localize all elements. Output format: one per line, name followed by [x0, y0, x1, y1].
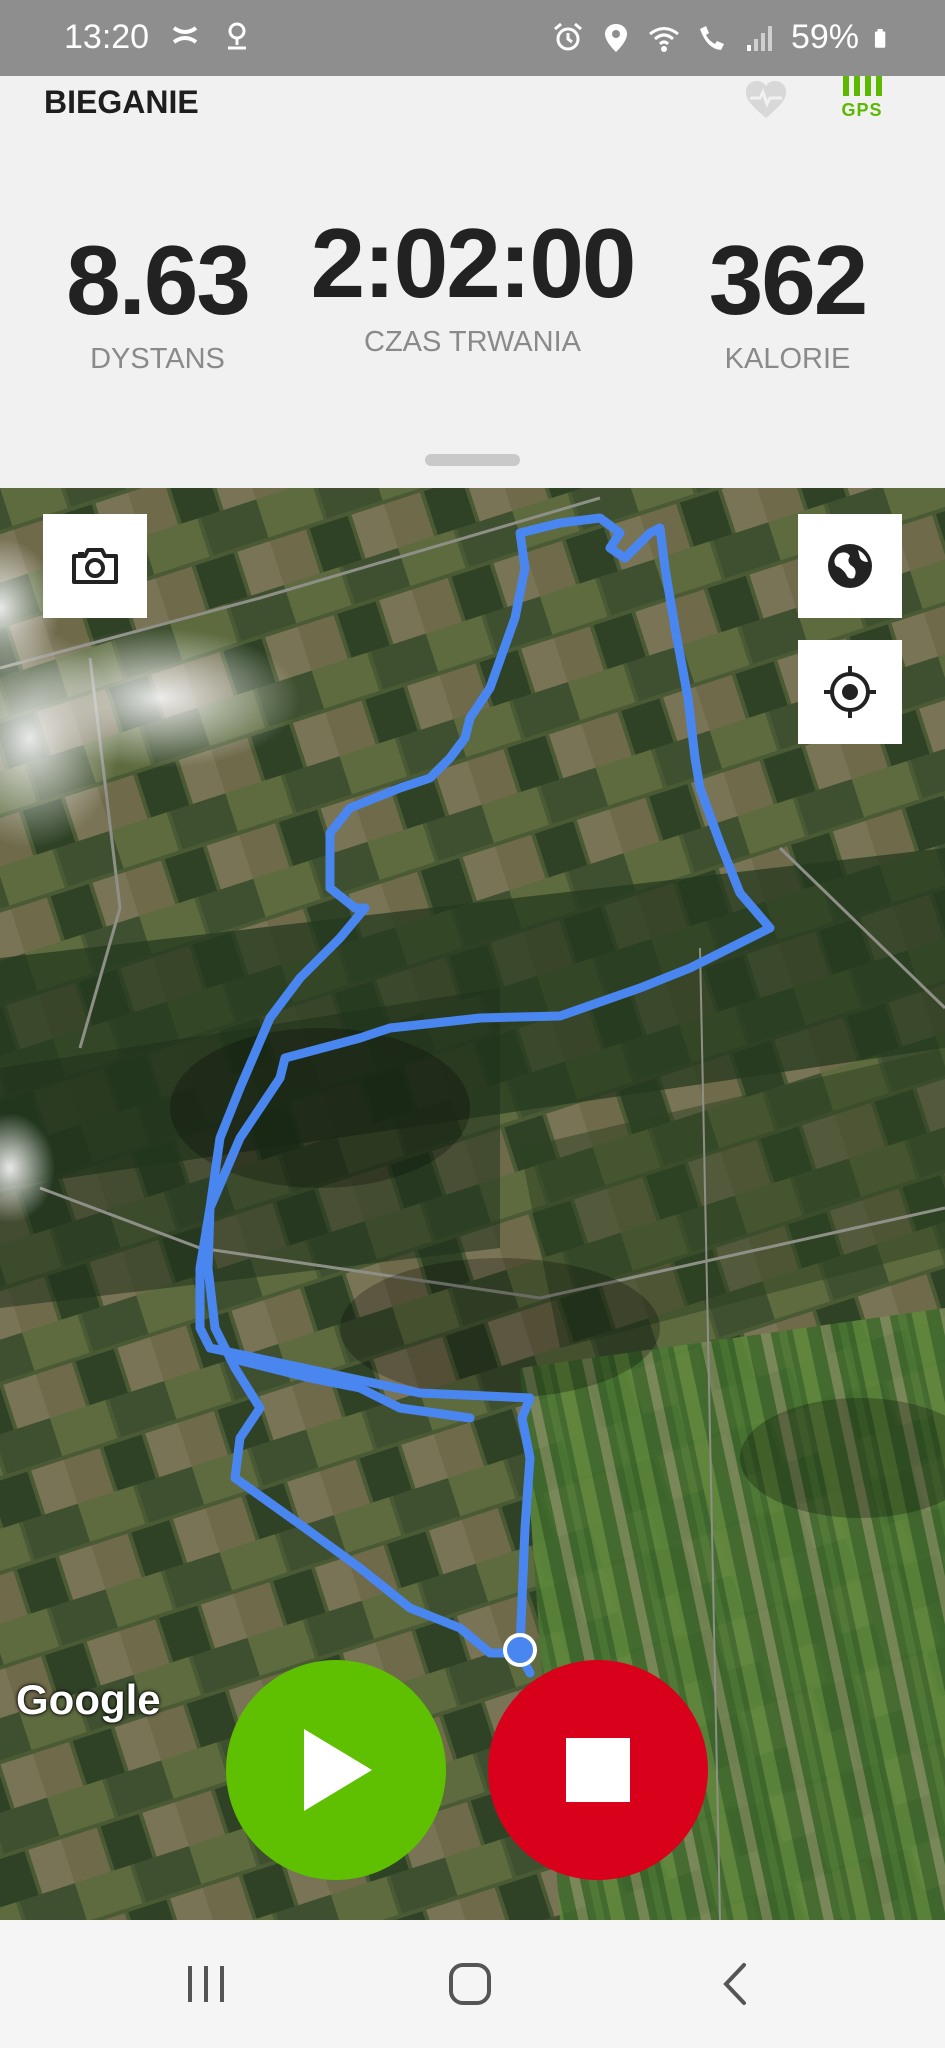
under-armour-icon [172, 26, 198, 44]
battery-icon [874, 28, 886, 48]
calories-label: KALORIE [724, 343, 851, 375]
duration-label: CZAS TRWANIA [364, 326, 581, 358]
location-icon [604, 23, 627, 52]
distance-stat[interactable]: 8.63 DYSTANS [50, 231, 265, 376]
duration-stat[interactable]: 2:02:00 CZAS TRWANIA [300, 214, 645, 359]
signal-icon [746, 25, 772, 51]
home-button[interactable] [440, 1958, 500, 2010]
google-attribution[interactable]: Google [16, 1676, 161, 1724]
gps-label: GPS [841, 100, 883, 120]
location-pin-outline-icon [228, 22, 246, 50]
calories-value: 362 [708, 225, 869, 335]
system-navigation-bar [0, 1920, 945, 2048]
calories-stat[interactable]: 362 KALORIE [680, 231, 895, 376]
wifi-icon [649, 26, 679, 52]
globe-icon [828, 544, 872, 588]
recent-apps-button[interactable] [176, 1958, 236, 2010]
battery-percentage: 59% [790, 18, 859, 56]
status-bar: 13:20 59% [0, 0, 945, 76]
crosshair-icon [824, 666, 876, 718]
home-icon [449, 1963, 491, 2005]
back-icon [723, 1963, 746, 2005]
gps-signal-icon [834, 76, 890, 96]
drag-handle[interactable] [425, 454, 520, 466]
duration-value: 2:02:00 [310, 208, 637, 318]
gps-signal-indicator: GPS [834, 76, 890, 121]
distance-label: DYSTANS [90, 343, 225, 375]
stop-icon [566, 1738, 630, 1802]
camera-button[interactable] [43, 514, 147, 618]
camera-icon [72, 548, 118, 584]
status-time: 13:20 [64, 18, 150, 56]
heart-rate-icon[interactable] [742, 76, 790, 124]
stop-button[interactable] [488, 1660, 708, 1880]
play-icon [304, 1729, 372, 1811]
map-type-button[interactable] [798, 514, 902, 618]
locate-me-button[interactable] [798, 640, 902, 744]
activity-title[interactable]: BIEGANIE [44, 84, 199, 121]
resume-button[interactable] [226, 1660, 446, 1880]
wifi-calling-icon [699, 25, 724, 50]
recent-apps-icon [188, 1966, 224, 2002]
workout-header: BIEGANIE GPS 8.63 DYSTANS 2:02:00 CZAS T… [0, 76, 945, 488]
alarm-icon [553, 22, 582, 50]
distance-value: 8.63 [66, 225, 251, 335]
back-button[interactable] [705, 1958, 765, 2010]
current-position-marker [503, 1633, 537, 1667]
map-view[interactable]: Google [0, 488, 945, 1920]
